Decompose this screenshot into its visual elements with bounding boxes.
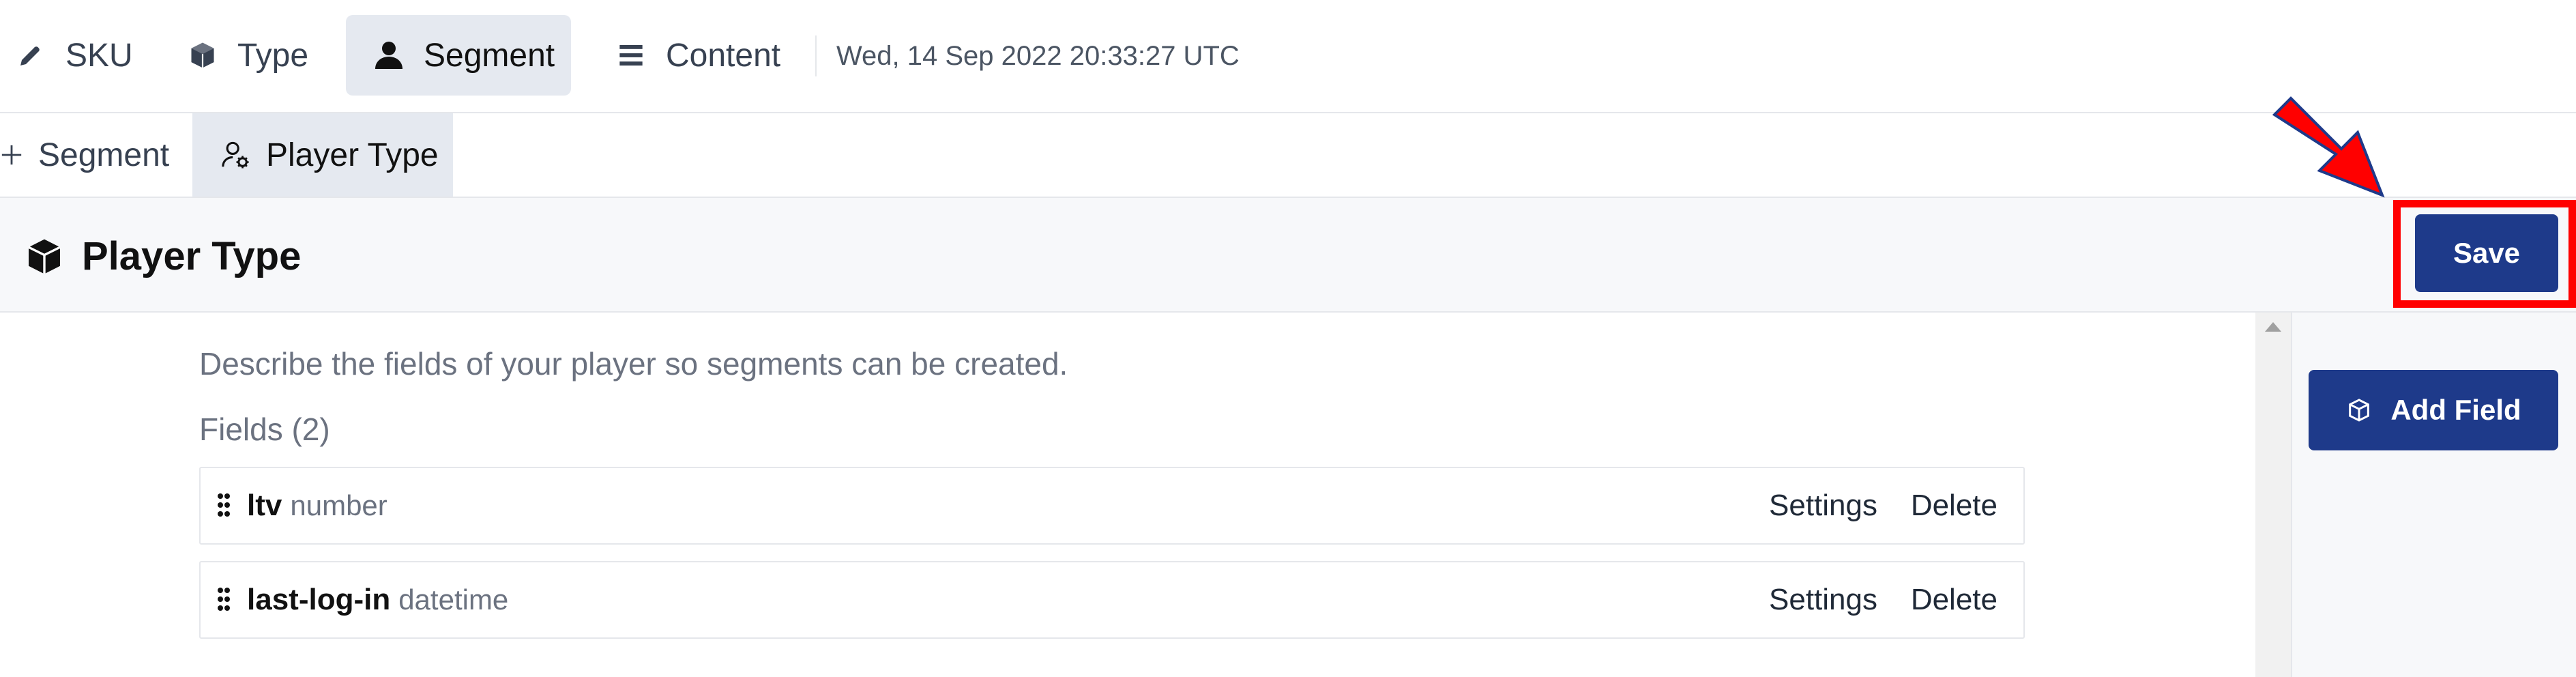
field-name: ltv number bbox=[247, 489, 387, 523]
cube-outline-icon bbox=[2345, 397, 2373, 424]
page-title-group: Player Type bbox=[25, 233, 301, 279]
top-nav: SKU Type Segment Content Wed, 14 Sep 202… bbox=[0, 0, 2576, 113]
subtab-segment[interactable]: Segment bbox=[0, 113, 184, 197]
tab-content[interactable]: Content bbox=[613, 15, 790, 96]
subtab-player-type-label: Player Type bbox=[266, 136, 439, 173]
user-icon bbox=[370, 37, 407, 74]
field-name-text: ltv bbox=[247, 489, 282, 522]
fields-heading: Fields (2) bbox=[199, 412, 330, 447]
scrollbar[interactable] bbox=[2255, 313, 2291, 677]
tab-content-label: Content bbox=[666, 37, 781, 74]
nav-divider bbox=[815, 35, 817, 76]
subtab-player-type[interactable]: Player Type bbox=[192, 113, 453, 197]
annotation-arrow-icon bbox=[2272, 96, 2385, 198]
add-field-button[interactable]: Add Field bbox=[2309, 370, 2558, 450]
tab-type-label: Type bbox=[237, 37, 309, 74]
subtab-segment-label: Segment bbox=[38, 136, 170, 173]
sub-tabs: Segment Player Type bbox=[0, 113, 2576, 198]
tab-segment[interactable]: Segment bbox=[346, 15, 571, 96]
page-header: Player Type bbox=[0, 198, 2576, 313]
pencil-icon bbox=[12, 37, 49, 74]
cube-icon bbox=[184, 37, 221, 74]
add-field-label: Add Field bbox=[2390, 394, 2521, 426]
page-description: Describe the fields of your player so se… bbox=[199, 346, 1068, 381]
field-settings-link[interactable]: Settings bbox=[1769, 489, 1877, 523]
timestamp: Wed, 14 Sep 2022 20:33:27 UTC bbox=[836, 41, 1240, 71]
tab-type[interactable]: Type bbox=[184, 15, 321, 96]
field-delete-link[interactable]: Delete bbox=[1911, 583, 1997, 617]
field-name: last-log-in datetime bbox=[247, 583, 508, 617]
user-gear-icon bbox=[220, 139, 251, 171]
field-name-text: last-log-in bbox=[247, 583, 391, 616]
list-icon bbox=[613, 37, 649, 74]
plus-icon bbox=[0, 143, 23, 167]
tab-sku[interactable]: SKU bbox=[12, 15, 135, 96]
save-button[interactable]: Save bbox=[2415, 214, 2558, 292]
tab-segment-label: Segment bbox=[424, 37, 555, 74]
scroll-up-arrow-icon[interactable] bbox=[2265, 322, 2281, 332]
field-type: datetime bbox=[398, 584, 509, 616]
drag-handle-icon[interactable] bbox=[217, 587, 231, 611]
page-title: Player Type bbox=[82, 234, 302, 278]
field-row: ltv number Settings Delete bbox=[199, 467, 2025, 545]
right-panel bbox=[2291, 313, 2576, 677]
field-row: last-log-in datetime Settings Delete bbox=[199, 561, 2025, 639]
cube-icon bbox=[25, 237, 64, 276]
main-content: Describe the fields of your player so se… bbox=[0, 313, 2255, 677]
field-type: number bbox=[290, 489, 387, 521]
field-delete-link[interactable]: Delete bbox=[1911, 489, 1997, 523]
tab-sku-label: SKU bbox=[65, 37, 133, 74]
drag-handle-icon[interactable] bbox=[217, 493, 231, 517]
field-settings-link[interactable]: Settings bbox=[1769, 583, 1877, 617]
